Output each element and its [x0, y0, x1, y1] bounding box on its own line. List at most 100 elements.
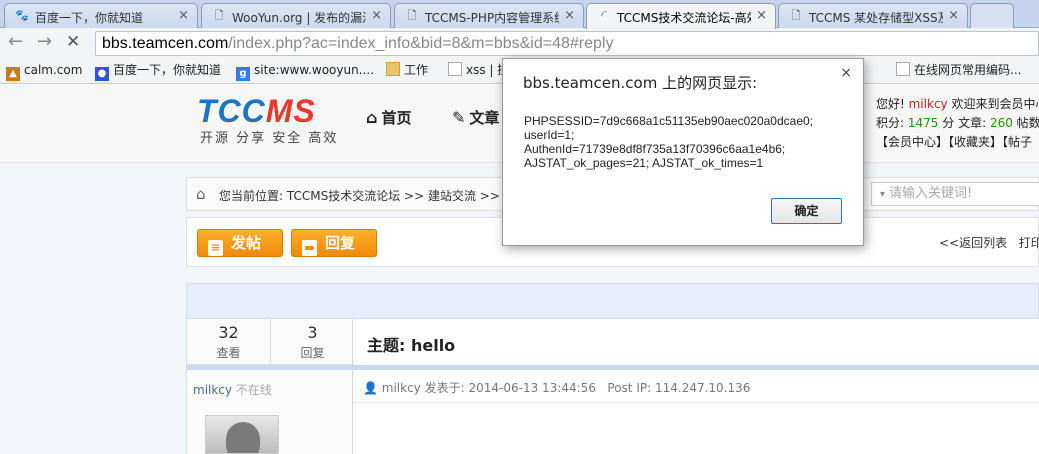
page-icon: 🗋 — [214, 9, 224, 22]
views-label: 查看 — [216, 346, 241, 360]
print-link[interactable]: 打印 — [1019, 236, 1039, 250]
avatar-face — [226, 422, 260, 453]
tab-label: WooYun.org | 发布的漏洞 — [232, 11, 366, 25]
tab-close-icon[interactable]: × — [371, 8, 382, 23]
bookmark-label: calm.com — [24, 63, 83, 77]
tab-label: 百度一下，你就知道 — [35, 11, 144, 25]
bookmark-folder-work[interactable]: 工作 — [386, 62, 428, 78]
button-label: 发帖 — [231, 234, 262, 252]
alert-dialog: bbs.teamcen.com 上的网页显示: × PHPSESSID=7d9c… — [502, 58, 864, 246]
post-meta: 👤 milkcy 发表于: 2014-06-13 13:44:56 Post I… — [363, 379, 750, 396]
bookmark-label: site:www.wooyun.... — [254, 63, 374, 77]
views-count: 32 — [218, 323, 239, 342]
chevron-down-icon: ▾ — [880, 189, 886, 200]
url-path: /index.php?ac=index_info&bid=8&m=bbs&id=… — [228, 35, 614, 52]
document-icon: ≡ — [208, 240, 223, 256]
greeting: 您好! — [876, 97, 905, 111]
tab-label: TCCMS技术交流论坛-高效 — [617, 11, 751, 25]
back-label: <<返回列表 — [939, 236, 1008, 250]
tab-baidu[interactable]: 🐾 百度一下，你就知道 × — [4, 3, 198, 28]
online-status: 不在线 — [235, 383, 272, 397]
pencil-icon: ✎ — [452, 108, 466, 127]
points-value: 1475 — [907, 116, 939, 130]
tab-label: TCCMS 某处存储型XSS及 — [809, 11, 943, 25]
reply-button[interactable]: ▬ 回复 — [291, 229, 377, 257]
loading-icon: ◜ — [601, 8, 607, 24]
home-icon: ⌂ — [366, 108, 378, 127]
articles-label: 分 文章: — [942, 116, 987, 130]
tab-close-icon[interactable]: × — [948, 8, 959, 23]
bookmark-site-wooyun[interactable]: g site:www.wooyun.... — [236, 62, 374, 81]
tab-close-icon[interactable]: × — [756, 8, 767, 23]
ip-label: Post IP: — [607, 381, 652, 395]
forward-arrow-icon[interactable]: → — [37, 32, 52, 52]
avatar[interactable] — [205, 415, 279, 454]
user-links[interactable]: 【会员中心】【收藏夹】【帖子 — [876, 133, 1039, 152]
bookmark-label: 百度一下，你就知道 — [113, 63, 222, 77]
bookmark-baidu[interactable]: ● 百度一下，你就知道 — [95, 62, 221, 81]
comment-icon: ▬ — [302, 240, 317, 256]
google-icon: g — [236, 67, 250, 81]
breadcrumb-text[interactable]: 您当前位置: TCCMS技术交流论坛 >> 建站交流 >> 查 — [219, 187, 516, 204]
logo-ms: MS — [265, 93, 316, 129]
search-placeholder: 请输入关键词! — [889, 186, 973, 201]
nav-articles[interactable]: ✎ 文章 — [452, 107, 499, 128]
ok-button[interactable]: 确定 — [771, 198, 842, 224]
tab-wooyun[interactable]: 🗋 WooYun.org | 发布的漏洞 × — [201, 3, 391, 28]
site-slogan: 开源 分享 安全 高效 — [200, 131, 339, 146]
url-host: bbs.teamcen.com — [102, 35, 229, 52]
tab-close-icon[interactable]: × — [178, 8, 189, 23]
page-icon: 🗋 — [791, 9, 801, 22]
thread-subject: 主题: hello — [367, 336, 456, 355]
search-input[interactable]: ▾ 请输入关键词! — [871, 182, 1039, 206]
tab-tccms-forum[interactable]: ◜ TCCMS技术交流论坛-高效 × — [586, 3, 776, 29]
stop-icon[interactable]: ✕ — [66, 32, 80, 52]
address-bar[interactable]: bbs.teamcen.com/index.php?ac=index_info&… — [95, 31, 1039, 56]
username-link[interactable]: milkcy — [909, 97, 948, 111]
paw-icon: ● — [95, 67, 109, 81]
user-panel: 您好! milkcy 欢迎来到会员中心 积分: 1475 分 文章: 260 帖… — [876, 95, 1039, 152]
bookmark-calm[interactable]: ▲ calm.com — [6, 62, 82, 81]
button-label: 回复 — [325, 234, 356, 252]
welcome-text: 欢迎来到会员中心 — [951, 97, 1039, 111]
browser-tab-strip: 🐾 百度一下，你就知道 × 🗋 WooYun.org | 发布的漏洞 × 🗋 T… — [0, 0, 1039, 29]
post-author-column: 32 查看 3 回复 milkcy 不在线 — [187, 319, 354, 454]
bookmark-encode[interactable]: 在线网页常用编码... — [896, 62, 1021, 78]
nav-label: 文章 — [469, 109, 500, 127]
bookmark-xss[interactable]: xss | 搜 — [448, 62, 509, 78]
articles-value: 260 — [989, 116, 1013, 130]
subject-divider — [353, 365, 1039, 370]
posted-time: 2014-06-13 13:44:56 — [468, 381, 596, 395]
poster-name[interactable]: milkcy — [382, 381, 421, 395]
author-link[interactable]: milkcy — [193, 383, 232, 397]
tab-label: TCCMS-PHP内容管理系统 — [425, 11, 559, 25]
nav-label: 首页 — [381, 109, 412, 127]
bookmark-label: 工作 — [404, 63, 429, 77]
paw-icon: 🐾 — [15, 9, 29, 22]
new-post-button[interactable]: ≡ 发帖 — [197, 229, 283, 257]
tab-tccms-xss[interactable]: 🗋 TCCMS 某处存储型XSS及 × — [778, 3, 968, 28]
posted-label: 发表于: — [424, 381, 465, 395]
stat-divider-bar — [187, 365, 353, 370]
views-stat: 32 查看 — [187, 319, 270, 365]
site-logo[interactable]: TCCMS — [197, 93, 316, 130]
close-icon[interactable]: × — [840, 65, 852, 81]
page-icon — [896, 62, 910, 76]
bookmark-label: 在线网页常用编码... — [914, 63, 1022, 77]
post-divider — [353, 402, 1039, 403]
new-tab-button[interactable] — [970, 3, 1014, 28]
logo-tc: TCC — [197, 93, 266, 129]
tab-close-icon[interactable]: × — [564, 8, 575, 23]
nav-home[interactable]: ⌂ 首页 — [366, 107, 411, 128]
back-arrow-icon[interactable]: ← — [8, 32, 23, 52]
browser-toolbar: ← → ✕ bbs.teamcen.com/index.php?ac=index… — [0, 28, 1039, 58]
bookmark-favicon-icon: ▲ — [6, 67, 20, 81]
dialog-message: PHPSESSID=7d9c668a1c51135eb90aec020a0dca… — [524, 114, 814, 170]
tab-tccms-php[interactable]: 🗋 TCCMS-PHP内容管理系统 × — [394, 3, 584, 28]
author-name[interactable]: milkcy 不在线 — [193, 381, 272, 398]
back-to-list-link[interactable]: <<返回列表 打印 — [939, 234, 1039, 251]
thread-post: 32 查看 3 回复 milkcy 不在线 主题: hello 👤 milkcy 发… — [186, 319, 1039, 454]
thread-header-band — [186, 283, 1039, 319]
home-icon: ⌂ — [196, 185, 206, 203]
replies-label: 回复 — [300, 346, 325, 360]
